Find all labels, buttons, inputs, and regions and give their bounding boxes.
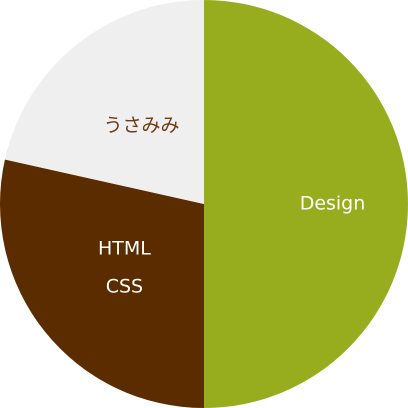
- slice-label: HTML: [98, 237, 151, 259]
- slice-label: Design: [300, 193, 366, 215]
- pie-chart: Design HTML CSS うさみみ: [0, 0, 408, 408]
- slice-label: うさみみ: [103, 115, 179, 137]
- slice-label: CSS: [106, 275, 143, 297]
